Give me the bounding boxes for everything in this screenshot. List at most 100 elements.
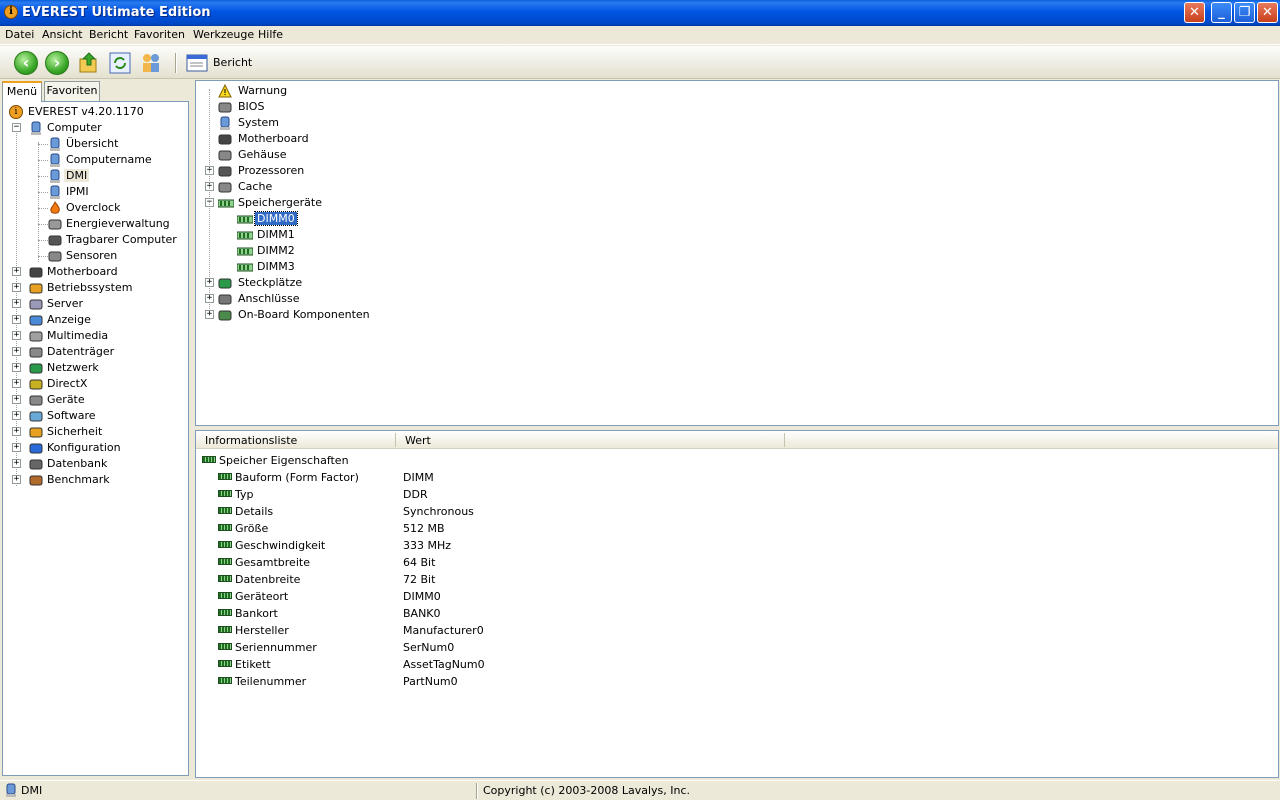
expand-icon[interactable]: + bbox=[12, 395, 21, 404]
warn-icon bbox=[218, 83, 232, 98]
report-button[interactable]: Bericht bbox=[185, 51, 252, 75]
close-secondary-button[interactable]: ✕ bbox=[1184, 2, 1205, 23]
expand-icon[interactable]: + bbox=[12, 331, 21, 340]
collapse-icon[interactable]: − bbox=[12, 123, 21, 132]
dmi-item-label: Anschlüsse bbox=[238, 292, 300, 305]
col-value-header[interactable]: Wert bbox=[405, 434, 431, 447]
list-row[interactable]: Bankort BANK0 bbox=[196, 605, 1278, 622]
memory-icon bbox=[218, 626, 232, 633]
list-row[interactable]: Hersteller Manufacturer0 bbox=[196, 622, 1278, 639]
back-button[interactable]: ‹ bbox=[14, 51, 38, 75]
menu-bericht[interactable]: Bericht bbox=[89, 28, 128, 41]
expand-icon[interactable]: + bbox=[12, 475, 21, 484]
expand-icon[interactable]: + bbox=[12, 347, 21, 356]
tree-item-label: Energieverwaltung bbox=[66, 217, 170, 230]
column-divider[interactable] bbox=[395, 433, 396, 447]
soft-icon bbox=[29, 409, 43, 423]
menu-werkzeuge[interactable]: Werkzeuge bbox=[193, 28, 254, 41]
tree-line bbox=[38, 256, 48, 257]
list-row[interactable]: Etikett AssetTagNum0 bbox=[196, 656, 1278, 673]
expand-icon[interactable]: + bbox=[12, 427, 21, 436]
list-row[interactable]: Teilenummer PartNum0 bbox=[196, 673, 1278, 690]
list-field-value: 72 Bit bbox=[403, 573, 436, 586]
minimize-button[interactable]: _ bbox=[1211, 2, 1232, 23]
list-field-value: DIMM bbox=[403, 471, 434, 484]
win-icon bbox=[29, 281, 43, 295]
list-field-value: AssetTagNum0 bbox=[403, 658, 485, 671]
expand-icon[interactable]: + bbox=[12, 363, 21, 372]
bios-icon bbox=[218, 180, 232, 194]
dmi-item-label: On-Board Komponenten bbox=[238, 308, 370, 321]
menu-datei[interactable]: Datei bbox=[5, 28, 34, 41]
tree-item-label: IPMI bbox=[66, 185, 89, 198]
list-field-name: Seriennummer bbox=[235, 641, 317, 654]
tree-item-label: Datenträger bbox=[47, 345, 115, 358]
forward-button[interactable]: › bbox=[45, 51, 69, 75]
sensor-icon bbox=[48, 249, 62, 263]
list-row[interactable]: Typ DDR bbox=[196, 486, 1278, 503]
expand-icon[interactable]: + bbox=[12, 411, 21, 420]
left-panel: Menü Favoriten i EVEREST v4.20.1170 − Co… bbox=[0, 80, 192, 778]
ram-icon bbox=[236, 228, 254, 242]
list-field-name: Details bbox=[235, 505, 274, 518]
forward-arrow-icon: › bbox=[53, 53, 61, 72]
expand-icon[interactable]: + bbox=[12, 267, 21, 276]
users-button[interactable] bbox=[139, 51, 163, 75]
expand-icon[interactable]: + bbox=[205, 310, 214, 319]
tree-item-label: Software bbox=[47, 409, 96, 422]
list-row[interactable]: Datenbreite 72 Bit bbox=[196, 571, 1278, 588]
status-bar: DMI Copyright (c) 2003-2008 Lavalys, Inc… bbox=[0, 780, 1280, 800]
tab-favorites[interactable]: Favoriten bbox=[44, 81, 100, 101]
list-row[interactable]: Geschwindigkeit 333 MHz bbox=[196, 537, 1278, 554]
list-row[interactable]: Größe 512 MB bbox=[196, 520, 1278, 537]
list-row[interactable]: Gesamtbreite 64 Bit bbox=[196, 554, 1278, 571]
report-icon bbox=[186, 54, 208, 72]
tree-item-label: Overclock bbox=[66, 201, 121, 214]
laptop-icon bbox=[48, 233, 62, 247]
up-button[interactable] bbox=[77, 51, 101, 75]
expand-icon[interactable]: + bbox=[12, 283, 21, 292]
memory-icon bbox=[218, 524, 232, 531]
list-field-name: Bauform (Form Factor) bbox=[235, 471, 359, 484]
tree-root-label: EVEREST v4.20.1170 bbox=[28, 105, 144, 118]
info-icon: i bbox=[9, 105, 23, 119]
menu-hilfe[interactable]: Hilfe bbox=[258, 28, 283, 41]
tab-menu[interactable]: Menü bbox=[2, 81, 42, 102]
refresh-button[interactable] bbox=[108, 51, 132, 75]
refresh-icon bbox=[109, 52, 131, 74]
board-icon bbox=[29, 265, 43, 279]
expand-icon[interactable]: + bbox=[12, 443, 21, 452]
tree-item-label: DMI bbox=[64, 169, 90, 182]
port-icon bbox=[218, 292, 232, 306]
memory-icon bbox=[218, 660, 232, 667]
computer-icon bbox=[4, 783, 18, 797]
expand-icon[interactable]: + bbox=[12, 315, 21, 324]
list-field-value: PartNum0 bbox=[403, 675, 458, 688]
expand-icon[interactable]: + bbox=[12, 379, 21, 388]
dx-icon bbox=[29, 377, 43, 391]
menu-favoriten[interactable]: Favoriten bbox=[134, 28, 185, 41]
tree-line bbox=[38, 240, 48, 241]
toolbar-separator bbox=[175, 53, 177, 73]
expand-icon[interactable]: + bbox=[12, 459, 21, 468]
expand-icon[interactable]: + bbox=[12, 299, 21, 308]
gear-icon bbox=[48, 217, 62, 231]
display-icon bbox=[29, 313, 43, 327]
tree-line bbox=[38, 224, 48, 225]
close-button[interactable]: ✕ bbox=[1257, 2, 1278, 23]
list-row[interactable]: Bauform (Form Factor) DIMM bbox=[196, 469, 1278, 486]
list-row[interactable]: Seriennummer SerNum0 bbox=[196, 639, 1278, 656]
column-divider[interactable] bbox=[784, 433, 785, 447]
dev-icon bbox=[218, 148, 232, 162]
col-info-header[interactable]: Informationsliste bbox=[205, 434, 297, 447]
expand-icon[interactable]: + bbox=[205, 278, 214, 287]
expand-icon[interactable]: + bbox=[205, 294, 214, 303]
list-row[interactable]: Geräteort DIMM0 bbox=[196, 588, 1278, 605]
list-group-row[interactable]: Speicher Eigenschaften bbox=[196, 452, 1278, 469]
chip-icon bbox=[218, 308, 232, 322]
menu-ansicht[interactable]: Ansicht bbox=[42, 28, 83, 41]
list-row[interactable]: Details Synchronous bbox=[196, 503, 1278, 520]
server-icon bbox=[29, 297, 43, 311]
tree-item-label: Geräte bbox=[47, 393, 85, 406]
maximize-button[interactable]: ❐ bbox=[1234, 2, 1255, 23]
